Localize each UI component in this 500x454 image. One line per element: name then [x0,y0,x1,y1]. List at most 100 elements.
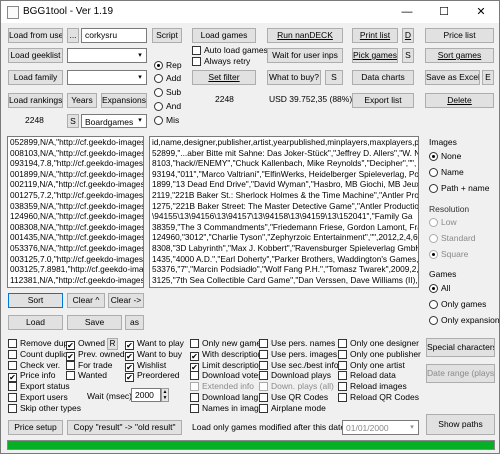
pick-games-button[interactable]: Pick games [352,48,398,63]
print-list-button[interactable]: Print list [352,28,398,43]
images-none-radio[interactable]: None [429,151,461,161]
right-list-row[interactable]: 2119,"221B Baker St.: Sherlock Holmes & … [150,190,418,201]
left-list-row[interactable]: 001435,N/A,"http://cf.geekdo-images.com [8,232,143,243]
s-button-left[interactable]: S [67,114,79,128]
sort-games-button[interactable]: Sort games [425,48,494,63]
option-checkbox-col1-4[interactable]: Export status [8,381,70,392]
right-list-row[interactable]: 38359,"The 3 Commandments","Friedemann F… [150,222,418,233]
option-checkbox-col6-4[interactable]: Reload images [338,381,407,392]
maximize-button[interactable]: ☐ [426,1,462,23]
minimize-button[interactable]: — [389,1,425,23]
left-list-row[interactable]: 003125,7.0,"http://cf.geekdo-images.co [8,254,143,265]
mode-sub-radio[interactable]: Sub [154,87,181,97]
delete-button[interactable]: Delete [425,93,494,108]
resolution-low-radio[interactable]: Low [429,217,457,227]
option-checkbox-col6-5[interactable]: Reload QR Codes [338,392,419,402]
left-list-row[interactable]: 053376,N/A,"http://cf.geekdo-images.com [8,243,143,254]
date-filter-picker[interactable]: 01/01/2000 ▾ [342,420,419,435]
images-name-radio[interactable]: Name [429,167,464,177]
save-button[interactable]: Save [67,315,122,330]
left-list-row[interactable]: 001899,N/A,"http://cf.geekdo-images.com [8,169,143,180]
clear-up-button[interactable]: Clear ^ [67,293,105,308]
auto-load-games-checkbox[interactable]: Auto load games [192,45,268,55]
wait-msec-input[interactable]: 2000 [131,388,161,402]
right-list-row[interactable]: 1899,"13 Dead End Drive","David Wyman","… [150,179,418,190]
option-checkbox-col4-3[interactable]: Download votes [190,370,262,381]
left-list-row[interactable]: 038359,N/A,"http://cf.geekdo-images.com [8,201,143,212]
option-checkbox-col6-3[interactable]: Reload data [338,370,396,381]
date-range-plays-button[interactable]: Date range (plays) [426,364,495,383]
option-checkbox-col1-5[interactable]: Export users [8,392,68,402]
option-checkbox-col5-2[interactable]: Use sec./best info [259,360,339,370]
option-checkbox-col6-0[interactable]: Only one designer [338,338,419,348]
left-list-row[interactable]: 112381,N/A,"http://cf.geekdo-images.com [8,275,143,286]
export-list-button[interactable]: Export list [352,93,414,108]
set-filter-button[interactable]: Set filter [192,70,256,85]
mode-rep-radio[interactable]: Rep [154,60,182,70]
option-checkbox-col1-1[interactable]: Count duplic. [8,349,70,359]
load-from-user-button[interactable]: Load from user [8,28,63,43]
left-list-row[interactable]: 093194,7.8,"http://cf.geekdo-images.co [8,158,143,169]
mode-mis-radio[interactable]: Mis [154,115,179,125]
option-checkbox-col6-2[interactable]: Only one artist [338,360,405,370]
right-list-row[interactable]: 8308,"3D Labyrinth","Max J. Kobbert","Ra… [150,243,418,254]
games-all-radio[interactable]: All [429,283,450,293]
data-charts-button[interactable]: Data charts [352,70,414,85]
option-checkbox-col4-4[interactable]: Extended info [190,381,254,392]
wait-for-user-inputs-button[interactable]: Wait for user inps [267,48,343,63]
what-to-buy-button[interactable]: What to buy? [267,70,321,85]
right-list-row[interactable]: 93194,"011","Marco Valtriani","ElfinWerk… [150,169,418,180]
load-rankings-button[interactable]: Load rankings [8,93,63,108]
right-list-row[interactable]: 1275,"221B Baker Street: The Master Dete… [150,201,418,212]
mode-and-radio[interactable]: And [154,101,181,111]
family-combo[interactable]: ▾ [67,70,147,85]
r-button[interactable]: R [107,338,118,350]
right-list-row[interactable]: 53376,"7","Marcin Podsiadło","Wolf Fang … [150,264,418,275]
option-checkbox-col5-6[interactable]: Airplane mode [259,403,326,413]
option-checkbox-col5-4[interactable]: Down. plays (all) [259,381,334,392]
right-list-row[interactable]: 1435,"4000 A.D.","Earl Doherty","Parker … [150,254,418,265]
run-nandeck-button[interactable]: Run nanDECK [267,28,343,43]
resolution-square-radio[interactable]: Square [429,249,468,259]
script-button[interactable]: Script [152,28,182,43]
type-combo[interactable]: Boardgames ▾ [81,114,147,128]
right-list-row[interactable]: 3125,"7th Sea Collectible Card Game","Da… [150,275,418,286]
option-checkbox-col1-2[interactable]: Check ver. [8,360,60,370]
show-paths-button[interactable]: Show paths [426,414,495,435]
option-checkbox-col6-1[interactable]: Only one publisher [338,349,421,359]
years-button[interactable]: Years [67,93,97,108]
load-games-button[interactable]: Load games [192,28,256,43]
option-checkbox-col5-5[interactable]: Use QR Codes [259,392,328,402]
e-button[interactable]: E [482,70,494,85]
price-list-button[interactable]: Price list [425,28,494,43]
option-checkbox-col4-6[interactable]: Names in images [190,403,268,413]
special-characters-button[interactable]: Special characters [426,338,495,357]
right-list-row[interactable]: 52899,"...aber Bitte mit Sahne: Das Joke… [150,148,418,159]
left-list-row[interactable]: 003125,7.8981,"http://cf.geekdo-images [8,264,143,275]
option-checkbox-col5-1[interactable]: Use pers. images [259,349,337,359]
copy-result-button[interactable]: Copy "result" -> "old result" [67,420,182,435]
left-list-row[interactable]: 001275,7.2,"http://cf.geekdo-images.co [8,190,143,201]
images-path-name-radio[interactable]: Path + name [429,183,489,193]
save-as-button[interactable]: as [125,315,144,330]
option-checkbox-col2-2[interactable]: For trade [66,360,113,370]
right-list-row[interactable]: 8103,"hack//ENEMY","Chuck Kallenbach, Mi… [150,158,418,169]
user-browse-button[interactable]: ... [67,28,79,43]
always-retry-checkbox[interactable]: Always retry [192,56,250,66]
option-checkbox-col5-3[interactable]: Download plays [259,370,331,381]
left-list-row[interactable]: 052899,N/A,"http://cf.geekdo-images.com [8,137,143,148]
sort-button[interactable]: Sort [8,293,63,308]
close-button[interactable]: ✕ [463,1,499,23]
left-result-list[interactable]: 052899,N/A,"http://cf.geekdo-images.com 0… [7,136,144,288]
option-checkbox-col2-3[interactable]: Wanted [66,370,107,381]
left-list-row[interactable]: 002119,N/A,"http://cf.geekdo-images.com [8,179,143,190]
left-list-row[interactable]: 124960,N/A,"http://cf.geekdo-images.com [8,211,143,222]
geeklist-combo[interactable]: ▾ [67,48,147,63]
option-checkbox-col5-0[interactable]: Use pers. names [259,338,335,348]
games-only-games-radio[interactable]: Only games [429,299,486,309]
right-list-row[interactable]: O'Connor, Margaret Organ-Kean, Jim Pavel… [150,285,418,287]
right-list-row[interactable]: 124960,"3012","Charlie Tyson","Zephyrzoi… [150,232,418,243]
d-button[interactable]: D [402,28,414,43]
right-result-list[interactable]: id,name,designer,publisher,artist,yearpu… [149,136,419,288]
load-geeklist-button[interactable]: Load geeklist [8,48,63,63]
